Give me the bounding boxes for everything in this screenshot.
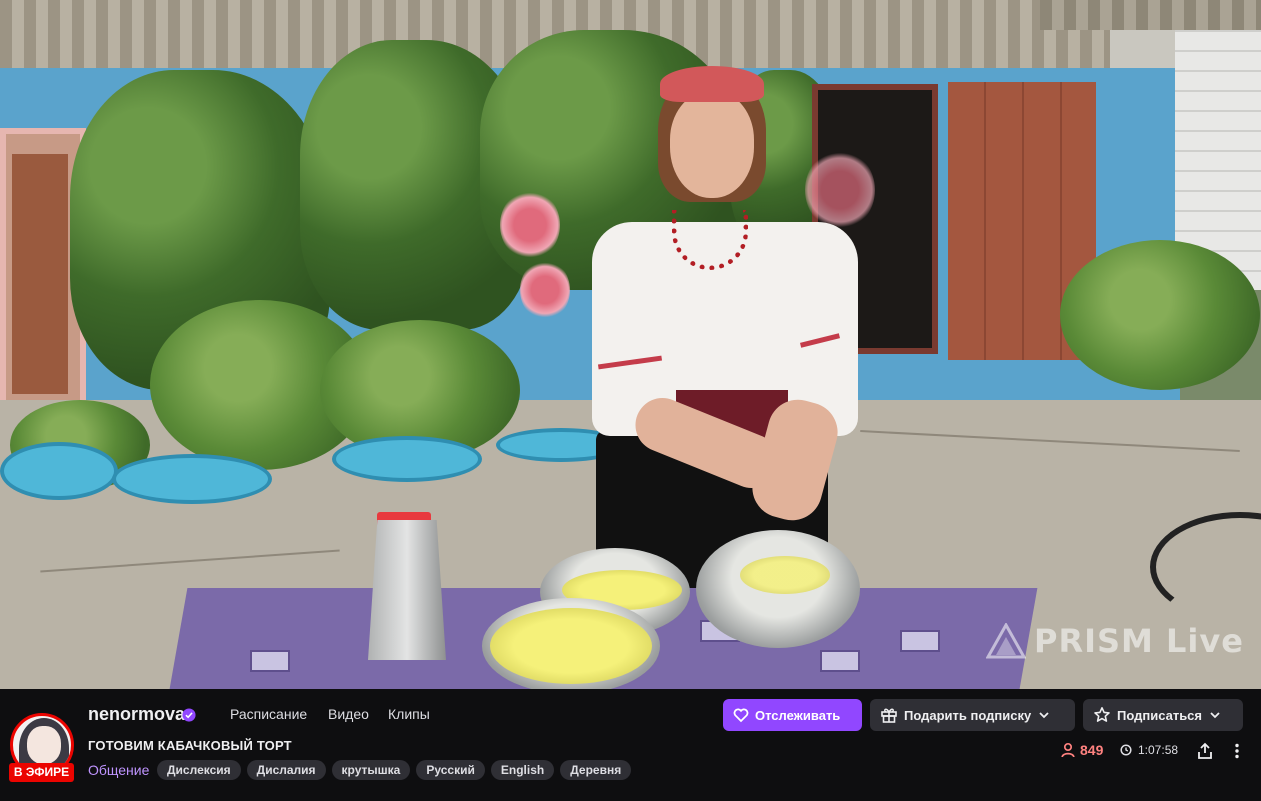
- avatar-face: [27, 726, 61, 764]
- star-icon: [1094, 707, 1110, 722]
- hollyhock-flowers: [500, 190, 560, 260]
- more-vertical-icon: [1235, 743, 1239, 759]
- tablecloth-pattern: [820, 650, 860, 672]
- gift-icon: [881, 708, 897, 723]
- verified-badge-icon: [182, 708, 196, 722]
- clock-icon: [1120, 744, 1132, 756]
- more-options-button[interactable]: [1225, 739, 1249, 763]
- channel-name[interactable]: nenormova: [88, 704, 185, 725]
- live-badge: В ЭФИРЕ: [9, 763, 74, 782]
- tag[interactable]: Русский: [416, 760, 485, 780]
- tag[interactable]: Деревня: [560, 760, 632, 780]
- hollyhock-flowers: [520, 260, 570, 320]
- painted-tire: [112, 454, 272, 504]
- subscribe-label: Подписаться: [1117, 707, 1203, 723]
- stream-uptime: 1:07:58: [1120, 743, 1178, 757]
- uptime-value: 1:07:58: [1138, 743, 1179, 757]
- gift-sub-label: Подарить подписку: [904, 707, 1032, 723]
- video-player[interactable]: PRISM Live: [0, 0, 1261, 689]
- shrub: [1060, 240, 1260, 390]
- follow-button[interactable]: Отслеживать: [723, 699, 862, 731]
- chevron-down-icon: [1210, 712, 1220, 719]
- painted-tire: [332, 436, 482, 482]
- user-icon: [1061, 742, 1075, 758]
- share-button[interactable]: [1193, 739, 1217, 763]
- tablecloth-pattern: [250, 650, 290, 672]
- hollyhock-flowers: [805, 150, 875, 230]
- subscribe-button[interactable]: Подписаться: [1083, 699, 1243, 731]
- viewer-count-value: 849: [1080, 742, 1104, 758]
- prism-logo-icon: [986, 623, 1026, 659]
- chevron-down-icon: [1039, 712, 1049, 719]
- tag[interactable]: Дислалия: [246, 760, 326, 780]
- roof-right: [1040, 0, 1261, 30]
- heart-icon: [733, 708, 749, 723]
- share-icon: [1198, 742, 1212, 759]
- tag[interactable]: Дислексия: [157, 760, 241, 780]
- tag-list: Дислексия Дислалия крутышка Русский Engl…: [157, 760, 632, 780]
- headscarf: [660, 66, 764, 102]
- watermark-text: PRISM Live: [1034, 622, 1244, 660]
- stream-title: ГОТОВИМ КАБАЧКОВЫЙ ТОРТ: [88, 738, 292, 753]
- follow-label: Отслеживать: [755, 707, 841, 723]
- grater: [368, 520, 446, 660]
- stream-category[interactable]: Общение: [88, 762, 149, 778]
- prism-live-watermark: PRISM Live: [986, 622, 1244, 660]
- nav-clips[interactable]: Клипы: [388, 706, 430, 722]
- nav-videos[interactable]: Видео: [328, 706, 369, 722]
- grated-zucchini: [490, 608, 652, 684]
- nav-schedule[interactable]: Расписание: [230, 706, 307, 722]
- viewer-count: 849: [1060, 742, 1103, 758]
- tablecloth-pattern: [900, 630, 940, 652]
- painted-tire: [0, 442, 118, 500]
- face: [670, 92, 754, 198]
- tag[interactable]: крутышка: [331, 760, 411, 780]
- grated-zucchini: [740, 556, 830, 594]
- gift-sub-button[interactable]: Подарить подписку: [870, 699, 1075, 731]
- tag[interactable]: English: [490, 760, 555, 780]
